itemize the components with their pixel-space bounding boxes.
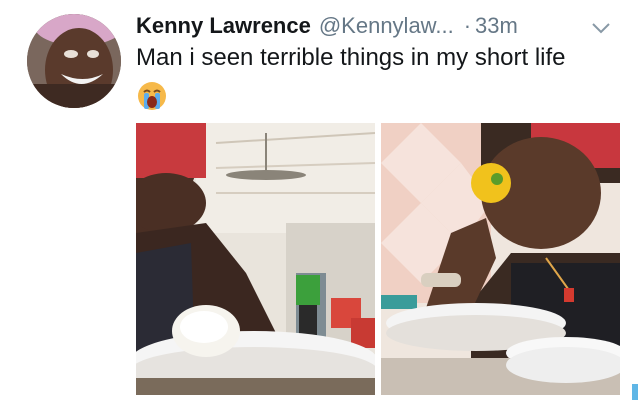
photo-right[interactable] — [381, 123, 620, 395]
loudly-crying-face-icon — [138, 82, 166, 110]
timestamp[interactable]: 33m — [475, 13, 518, 39]
user-handle[interactable]: @Kennylaw... — [319, 13, 454, 39]
photo-left-image — [136, 123, 375, 395]
photo-right-image — [381, 123, 620, 395]
edge-mark — [632, 384, 638, 400]
tweet-header: Kenny Lawrence @Kennylaw... · 33m — [136, 10, 630, 42]
avatar-image — [27, 14, 121, 108]
separator-dot: · — [463, 13, 472, 38]
media-grid — [136, 123, 620, 395]
chevron-down-icon[interactable] — [590, 16, 612, 38]
avatar[interactable] — [27, 14, 121, 108]
display-name[interactable]: Kenny Lawrence — [136, 13, 311, 39]
tweet-text: Man i seen terrible things in my short l… — [136, 44, 566, 71]
photo-left[interactable] — [136, 123, 375, 395]
